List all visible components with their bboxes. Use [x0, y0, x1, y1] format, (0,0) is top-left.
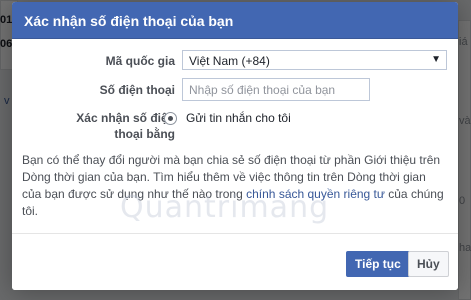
continue-button[interactable]: Tiếp tục: [346, 251, 410, 277]
confirm-method-label: Xác nhận số điện thoại bằng: [76, 110, 175, 142]
chevron-down-icon: ▼: [431, 54, 441, 65]
cancel-button[interactable]: Hủy: [408, 251, 449, 277]
sms-radio[interactable]: [164, 112, 177, 125]
phone-input[interactable]: [182, 78, 370, 101]
country-select[interactable]: Việt Nam (+84) ▼: [182, 50, 447, 70]
watermark: Quantrimang: [120, 190, 330, 225]
radio-selected-dot: [168, 116, 173, 121]
confirm-method-label-line1: Xác nhận số điện: [76, 111, 175, 125]
confirm-method-label-line2: thoại bằng: [114, 127, 175, 141]
sms-radio-label[interactable]: Gửi tin nhắn cho tôi: [186, 111, 291, 125]
country-select-value: Việt Nam (+84): [189, 54, 270, 68]
phone-confirm-dialog: Xác nhận số điện thoại của bạn Mã quốc g…: [12, 2, 458, 290]
dialog-title: Xác nhận số điện thoại của bạn: [12, 2, 458, 39]
phone-label: Số điện thoại: [99, 83, 175, 97]
country-label: Mã quốc gia: [105, 54, 175, 68]
dialog-footer: Tiếp tục Hủy: [12, 233, 458, 290]
